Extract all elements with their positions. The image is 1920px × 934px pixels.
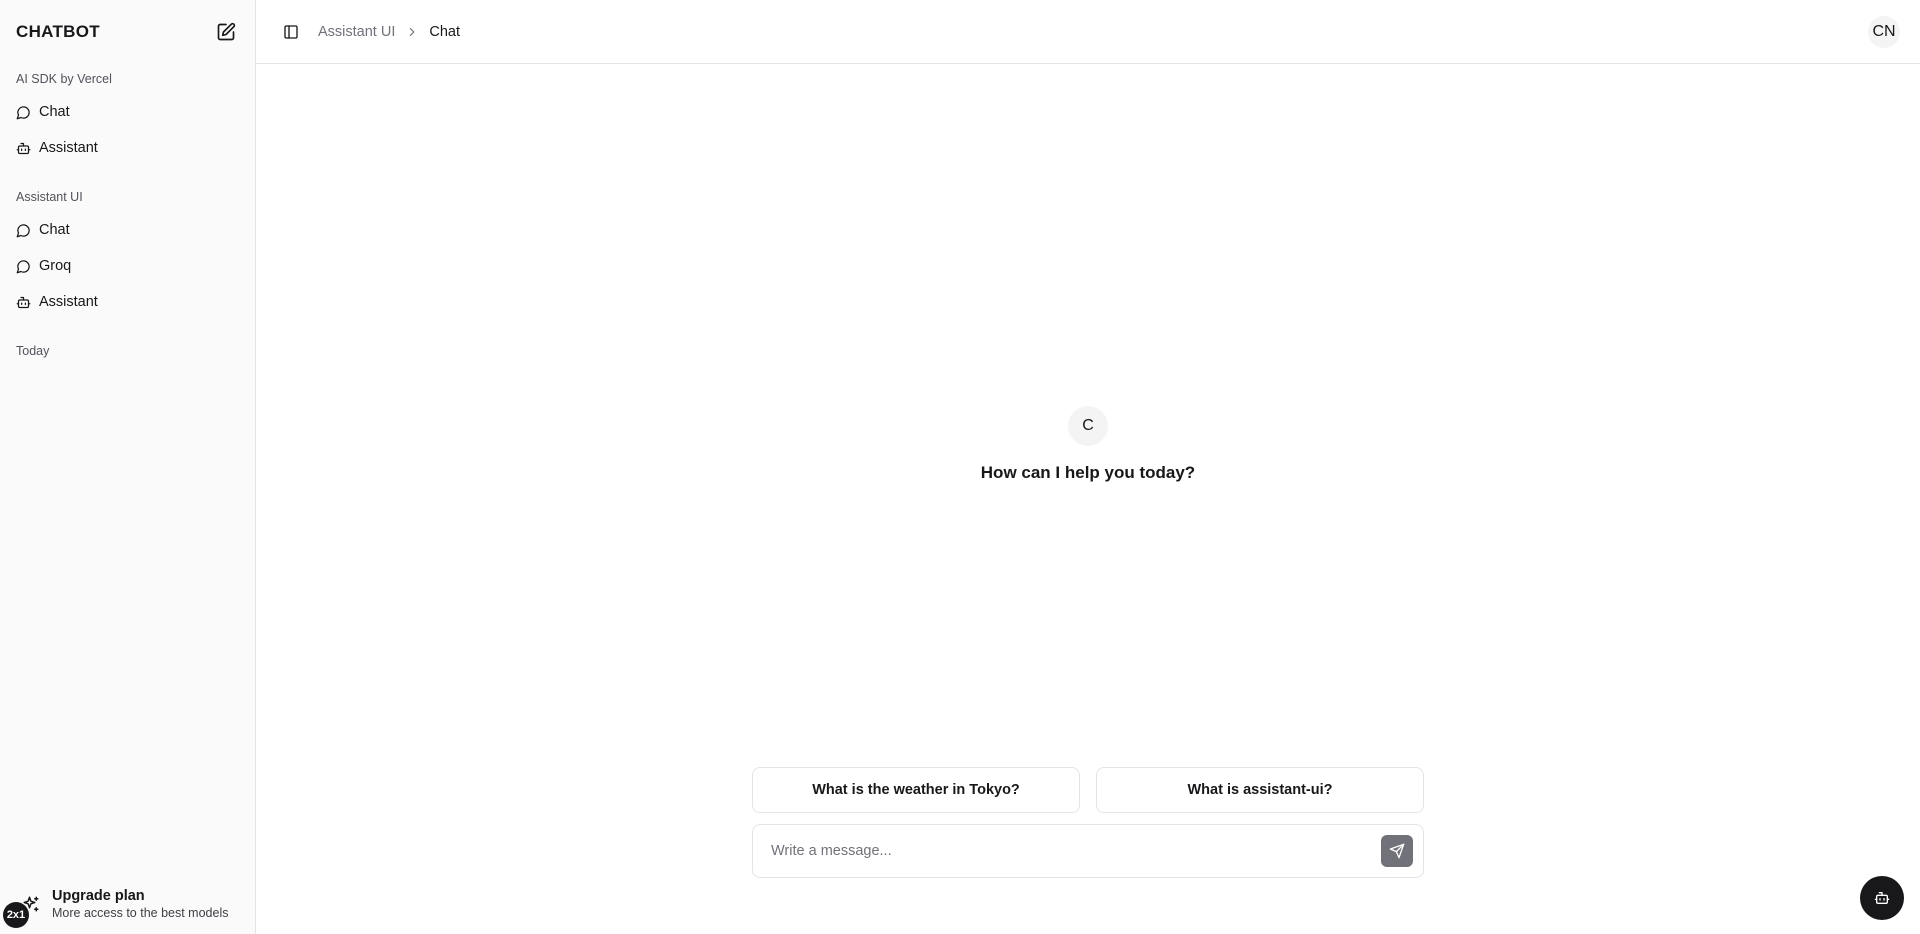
sidebar-item-assistant-ui-assistant[interactable]: Assistant	[0, 284, 255, 320]
assistant-avatar: C	[1068, 406, 1108, 446]
upgrade-title: Upgrade plan	[52, 888, 145, 904]
sidebar-item-ai-sdk-chat[interactable]: Chat	[0, 94, 255, 130]
suggestion-assistant-ui[interactable]: What is assistant-ui?	[1096, 767, 1424, 813]
assistant-modal-button[interactable]	[1860, 876, 1904, 920]
suggestions: What is the weather in Tokyo? What is as…	[752, 767, 1424, 813]
message-circle-icon	[16, 223, 30, 237]
upgrade-subtitle: More access to the best models	[52, 906, 229, 920]
sidebar-item-label: Chat	[39, 104, 70, 120]
suggestion-weather-tokyo[interactable]: What is the weather in Tokyo?	[752, 767, 1080, 813]
panel-left-icon	[284, 24, 298, 39]
zoom-badge[interactable]: 2x1	[3, 902, 29, 928]
sidebar-group-ai-sdk: AI SDK by Vercel Chat Assistant	[0, 64, 255, 166]
sidebar-item-ai-sdk-assistant[interactable]: Assistant	[0, 130, 255, 166]
sidebar-item-label: Assistant	[39, 294, 98, 310]
sidebar-item-assistant-ui-groq[interactable]: Groq	[0, 248, 255, 284]
brand-title: CHATBOT	[16, 22, 100, 41]
sidebar-item-label: Groq	[39, 258, 72, 274]
breadcrumb-current: Chat	[429, 23, 460, 40]
sidebar-item-assistant-ui-chat[interactable]: Chat	[0, 212, 255, 248]
history-label-today: Today	[16, 344, 50, 358]
sidebar: CHATBOT AI SDK by Vercel Chat Assistant …	[0, 0, 256, 934]
chevron-right-icon	[410, 27, 415, 36]
group-label: AI SDK by Vercel	[16, 72, 112, 86]
edit-icon	[217, 22, 236, 41]
new-chat-button[interactable]	[213, 19, 239, 45]
toggle-sidebar-button[interactable]	[278, 19, 304, 45]
message-circle-icon	[16, 259, 30, 273]
thread-welcome: C How can I help you today?	[256, 406, 1920, 483]
send-icon	[1389, 843, 1405, 859]
send-button[interactable]	[1381, 835, 1413, 867]
bot-icon	[1874, 892, 1890, 904]
breadcrumb-parent[interactable]: Assistant UI	[318, 24, 395, 40]
upgrade-text: Upgrade plan More access to the best mod…	[52, 888, 228, 920]
sidebar-group-assistant-ui: Assistant UI Chat Groq Assistant	[0, 182, 255, 320]
sidebar-item-label: Chat	[39, 222, 70, 238]
bot-icon	[16, 142, 31, 154]
bot-icon	[16, 296, 31, 308]
welcome-message: How can I help you today?	[980, 463, 1196, 482]
sidebar-item-label: Assistant	[39, 140, 98, 156]
user-avatar[interactable]: CN	[1868, 16, 1900, 48]
upgrade-plan-button[interactable]: Upgrade plan More access to the best mod…	[0, 888, 256, 920]
sidebar-header: CHATBOT	[0, 0, 255, 64]
message-circle-icon	[16, 105, 30, 119]
group-label: Assistant UI	[16, 190, 83, 204]
breadcrumb: Assistant UI Chat	[318, 24, 460, 40]
message-input[interactable]	[771, 843, 1381, 859]
top-bar: Assistant UI Chat CN	[256, 0, 1920, 64]
composer	[752, 824, 1424, 878]
